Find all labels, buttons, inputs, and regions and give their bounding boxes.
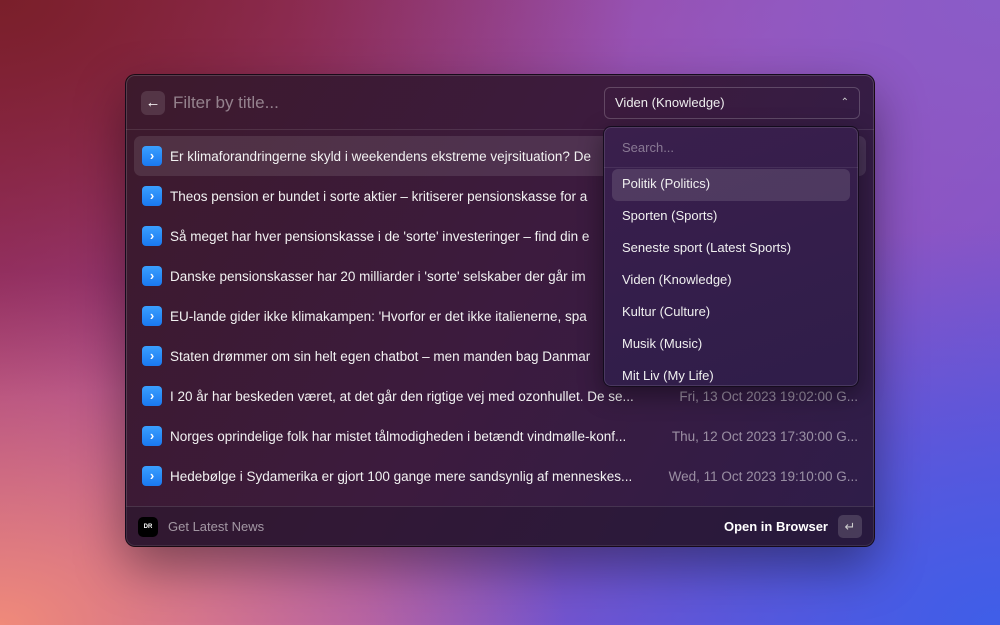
chevron-up-icon: ⌃ xyxy=(840,97,849,108)
item-date: Fri, 13 Oct 2023 19:02:00 G... xyxy=(679,388,858,404)
list-item[interactable]: › Hedebølge i Sydamerika er gjort 100 gan… xyxy=(134,456,866,496)
chevron-right-icon: › xyxy=(142,266,162,286)
filter-input[interactable] xyxy=(173,91,573,115)
category-select[interactable]: Viden (Knowledge) ⌃ xyxy=(604,87,860,119)
item-date: Thu, 12 Oct 2023 17:30:00 G... xyxy=(671,428,858,444)
enter-key-icon[interactable]: ↵ xyxy=(838,515,862,538)
item-title: Hedebølge i Sydamerika er gjort 100 gang… xyxy=(170,468,633,484)
option-sporten[interactable]: Sporten (Sports) xyxy=(612,201,850,233)
item-title: Norges oprindelige folk har mistet tålmo… xyxy=(170,428,627,444)
chevron-right-icon: › xyxy=(142,426,162,446)
chevron-right-icon: › xyxy=(142,466,162,486)
list-item[interactable]: › Norges oprindelige folk har mistet tålm… xyxy=(134,416,866,456)
chevron-right-icon: › xyxy=(142,346,162,366)
item-title: I 20 år har beskeden været, at det går d… xyxy=(170,388,634,404)
item-date: Wed, 11 Oct 2023 19:10:00 G... xyxy=(668,468,858,484)
dropdown-search-input[interactable] xyxy=(604,127,858,168)
category-dropdown: Politik (Politics) Sporten (Sports) Sene… xyxy=(603,126,859,387)
header: ← Viden (Knowledge) ⌃ xyxy=(126,75,874,130)
chevron-right-icon: › xyxy=(142,386,162,406)
command-title: Get Latest News xyxy=(168,519,265,534)
footer: DR Get Latest News Open in Browser ↵ xyxy=(126,506,874,546)
option-musik[interactable]: Musik (Music) xyxy=(612,329,850,361)
open-in-browser-action[interactable]: Open in Browser xyxy=(724,519,828,534)
option-mit-liv[interactable]: Mit Liv (My Life) xyxy=(612,361,850,386)
category-value: Viden (Knowledge) xyxy=(615,95,725,110)
chevron-right-icon: › xyxy=(142,306,162,326)
chevron-right-icon: › xyxy=(142,146,162,166)
option-viden[interactable]: Viden (Knowledge) xyxy=(612,265,850,297)
dr-logo-icon: DR xyxy=(138,517,158,537)
back-button[interactable]: ← xyxy=(141,91,165,115)
option-seneste-sport[interactable]: Seneste sport (Latest Sports) xyxy=(612,233,850,265)
option-kultur[interactable]: Kultur (Culture) xyxy=(612,297,850,329)
chevron-right-icon: › xyxy=(142,186,162,206)
chevron-right-icon: › xyxy=(142,226,162,246)
arrow-left-icon: ← xyxy=(145,94,161,111)
option-politik[interactable]: Politik (Politics) xyxy=(612,169,850,201)
